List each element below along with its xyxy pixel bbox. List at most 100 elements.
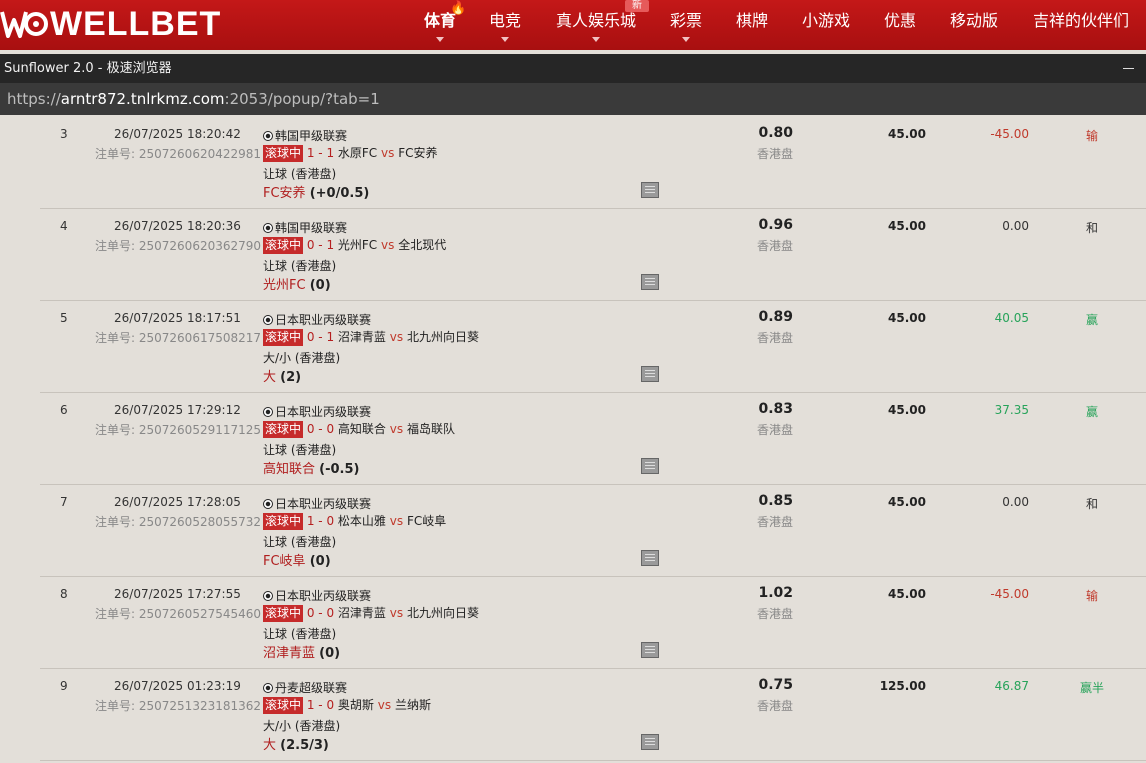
table-row: 5 26/07/2025 18:17:51 注单号: 2507260617508…: [40, 301, 1146, 393]
league-label: 日本职业丙级联赛: [275, 405, 372, 419]
league-name: 丹麦超级联赛: [263, 679, 347, 696]
order-label: 注单号:: [95, 515, 136, 529]
odds-value: 0.75: [758, 677, 793, 693]
win-loss-amount: -45.00: [990, 127, 1029, 141]
brand-name: WELLBET: [50, 5, 222, 43]
table-row: 6 26/07/2025 17:29:12 注单号: 2507260529117…: [40, 393, 1146, 485]
win-loss-amount: 37.35: [994, 403, 1029, 417]
win-loss-amount: 46.87: [994, 679, 1029, 693]
stake-amount: 45.00: [888, 587, 926, 601]
chevron-down-icon[interactable]: [501, 37, 509, 42]
bet-type: 让球 (香港盘): [263, 443, 337, 457]
detail-icon[interactable]: [641, 274, 659, 290]
selection-name: 沼津青蓝: [263, 646, 316, 661]
nav-item-1[interactable]: 电竞: [489, 11, 521, 31]
match-score: 0 - 1: [306, 238, 335, 252]
order-value: 2507260527545460: [138, 607, 262, 621]
bet-result: 赢: [1085, 405, 1098, 419]
match-score: 0 - 0: [306, 422, 335, 436]
bet-result: 和: [1085, 497, 1098, 511]
order-number: 注单号: 2507260620422981: [95, 145, 261, 162]
away-team: FC安养: [398, 146, 438, 160]
bet-index: 5: [60, 311, 68, 325]
nav-item-2[interactable]: 真人娱乐城: [556, 11, 636, 31]
chevron-down-icon[interactable]: [682, 37, 690, 42]
nav-item-0[interactable]: 体育: [424, 11, 456, 31]
chevron-down-icon[interactable]: [592, 37, 600, 42]
bet-type: 大/小 (香港盘): [263, 351, 341, 365]
handicap-value: (-0.5): [319, 462, 360, 477]
url-path: :2053/popup/?tab=1: [224, 90, 380, 108]
detail-icon[interactable]: [641, 734, 659, 750]
table-row: 7 26/07/2025 17:28:05 注单号: 2507260528055…: [40, 485, 1146, 577]
nav-item-5[interactable]: 小游戏: [802, 11, 850, 31]
bet-type: 让球 (香港盘): [263, 259, 337, 273]
match-score: 0 - 1: [306, 330, 335, 344]
league-name: 韩国甲级联赛: [263, 219, 347, 236]
order-value: 2507260620362790: [138, 239, 262, 253]
bet-index: 4: [60, 219, 68, 233]
bet-history-list: 3 26/07/2025 18:20:42 注单号: 2507260620422…: [40, 117, 1146, 763]
handicap-value: (+0/0.5): [309, 186, 370, 201]
odds-type: 香港盘: [757, 331, 794, 345]
odds-type: 香港盘: [757, 147, 794, 161]
table-row: 4 26/07/2025 18:20:36 注单号: 2507260620362…: [40, 209, 1146, 301]
logo-mark-icon: [0, 6, 48, 42]
league-name: 日本职业丙级联赛: [263, 311, 371, 328]
url-text[interactable]: https://arntr872.tnlrkmz.com:2053/popup/…: [7, 83, 380, 115]
table-row: 3 26/07/2025 18:20:42 注单号: 2507260620422…: [40, 117, 1146, 209]
live-badge: 滚球中: [263, 697, 304, 714]
bet-index: 7: [60, 495, 68, 509]
detail-icon[interactable]: [641, 182, 659, 198]
top-navigation: WELLBET 🔥 新 体育 电竞 真人娱乐城 彩票 棋牌 小游戏 优惠 移动版 吉祥的伙伴们: [0, 0, 1146, 50]
address-bar[interactable]: https://arntr872.tnlrkmz.com:2053/popup/…: [0, 83, 1146, 115]
league-label: 日本职业丙级联赛: [275, 589, 372, 603]
soccer-ball-icon: [263, 499, 273, 509]
order-label: 注单号:: [95, 607, 136, 621]
live-badge: 滚球中: [263, 421, 304, 438]
win-loss-amount: -45.00: [990, 587, 1029, 601]
handicap-value: (0): [309, 554, 331, 569]
bet-type: 大/小 (香港盘): [263, 719, 341, 733]
minimize-icon[interactable]: [1123, 68, 1134, 69]
bet-selection: FC岐阜 (0): [263, 550, 331, 569]
bet-result: 输: [1085, 589, 1098, 603]
detail-icon[interactable]: [641, 550, 659, 566]
bet-result: 赢半: [1080, 681, 1105, 695]
nav-item-4[interactable]: 棋牌: [736, 11, 768, 31]
stake-amount: 45.00: [888, 403, 926, 417]
nav-item-7[interactable]: 移动版: [950, 11, 998, 31]
stake-amount: 125.00: [879, 679, 926, 693]
nav-item-3[interactable]: 彩票: [670, 11, 702, 31]
selection-name: 高知联合: [263, 462, 316, 477]
live-badge: 滚球中: [263, 237, 304, 254]
league-label: 日本职业丙级联赛: [275, 313, 372, 327]
bet-selection: 大 (2): [263, 366, 301, 385]
odds-type: 香港盘: [757, 515, 794, 529]
detail-icon[interactable]: [641, 366, 659, 382]
stake-amount: 45.00: [888, 495, 926, 509]
away-team: 全北现代: [398, 238, 447, 252]
odds-value: 0.83: [758, 401, 793, 417]
detail-icon[interactable]: [641, 642, 659, 658]
soccer-ball-icon: [263, 683, 273, 693]
odds-type: 香港盘: [757, 423, 794, 437]
soccer-ball-icon: [263, 223, 273, 233]
order-value: 2507251323181362: [138, 699, 262, 713]
chevron-down-icon[interactable]: [436, 37, 444, 42]
handicap-value: (2): [280, 370, 302, 385]
nav-item-8[interactable]: 吉祥的伙伴们: [1033, 11, 1129, 31]
vs-label: vs: [389, 422, 404, 436]
odds-type: 香港盘: [757, 607, 794, 621]
odds-value: 0.85: [758, 493, 793, 509]
match-line: 滚球中 0 - 1 光州FC vs 全北现代: [263, 236, 446, 254]
selection-name: FC安养: [263, 186, 306, 201]
nav-item-6[interactable]: 优惠: [884, 11, 916, 31]
order-number: 注单号: 2507260617508217: [95, 329, 261, 346]
order-number: 注单号: 2507260528055732: [95, 513, 261, 530]
vs-label: vs: [381, 238, 395, 252]
odds-value: 0.80: [758, 125, 793, 141]
soccer-ball-icon: [263, 407, 273, 417]
detail-icon[interactable]: [641, 458, 659, 474]
wellbet-logo[interactable]: WELLBET: [0, 2, 221, 46]
